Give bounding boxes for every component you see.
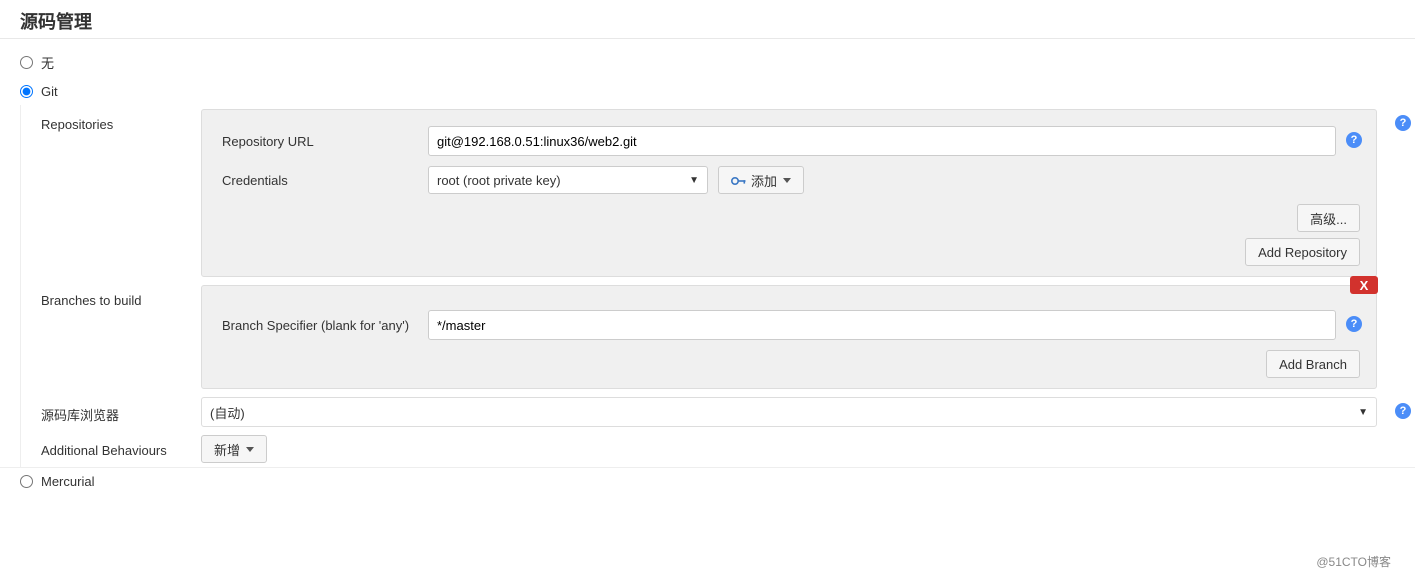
radio-mercurial-label: Mercurial	[41, 474, 94, 489]
chevron-down-icon	[246, 447, 254, 452]
add-behaviour-label: 新增	[214, 440, 240, 459]
branches-row: Branches to build X Branch Specifier (bl…	[21, 281, 1415, 393]
chevron-down-icon	[783, 178, 791, 183]
add-branch-button[interactable]: Add Branch	[1266, 350, 1360, 378]
additional-behaviours-label: Additional Behaviours	[41, 435, 201, 458]
radio-mercurial[interactable]	[20, 475, 33, 488]
section-heading: 源码管理	[0, 0, 1415, 39]
remove-branch-button[interactable]: X	[1350, 276, 1378, 294]
repo-browser-row: 源码库浏览器 (自动) ▼ ?	[21, 393, 1415, 431]
help-icon[interactable]: ?	[1395, 403, 1411, 419]
help-icon[interactable]: ?	[1346, 132, 1362, 148]
radio-none-label: 无	[41, 53, 54, 72]
branch-specifier-input[interactable]	[428, 310, 1336, 340]
repo-browser-select[interactable]: (自动) ▼	[201, 397, 1377, 427]
add-credentials-button[interactable]: 添加	[718, 166, 804, 194]
radio-git[interactable]	[20, 85, 33, 98]
chevron-down-icon: ▼	[689, 175, 699, 186]
chevron-down-icon: ▼	[1358, 407, 1368, 418]
watermark: @51CTO博客	[1316, 553, 1391, 570]
advanced-button[interactable]: 高级...	[1297, 204, 1360, 232]
repositories-panel: Repository URL ? Credentials root (root …	[201, 109, 1377, 277]
scm-option-none[interactable]: 无	[0, 47, 1415, 78]
repo-browser-label: 源码库浏览器	[41, 397, 201, 424]
radio-none[interactable]	[20, 56, 33, 69]
git-config-body: Repositories Repository URL ? Credential…	[20, 105, 1415, 467]
branches-panel: X Branch Specifier (blank for 'any') ? A…	[201, 285, 1377, 389]
help-icon[interactable]: ?	[1395, 115, 1411, 131]
add-behaviour-button[interactable]: 新增	[201, 435, 267, 463]
repo-browser-selected: (自动)	[210, 403, 245, 422]
repo-url-input[interactable]	[428, 126, 1336, 156]
branch-specifier-label: Branch Specifier (blank for 'any')	[218, 318, 428, 333]
scm-option-git[interactable]: Git	[0, 78, 1415, 105]
radio-git-label: Git	[41, 84, 58, 99]
scm-option-mercurial[interactable]: Mercurial	[0, 467, 1415, 495]
additional-behaviours-row: Additional Behaviours 新增	[21, 431, 1415, 467]
repo-url-label: Repository URL	[218, 134, 428, 149]
repositories-row: Repositories Repository URL ? Credential…	[21, 105, 1415, 281]
help-icon[interactable]: ?	[1346, 316, 1362, 332]
add-repository-button[interactable]: Add Repository	[1245, 238, 1360, 266]
add-credentials-label: 添加	[751, 171, 777, 190]
credentials-label: Credentials	[218, 173, 428, 188]
credentials-selected: root (root private key)	[437, 173, 561, 188]
branches-label: Branches to build	[41, 285, 201, 308]
repositories-label: Repositories	[41, 109, 201, 132]
credentials-select[interactable]: root (root private key) ▼	[428, 166, 708, 194]
key-icon	[731, 176, 745, 184]
